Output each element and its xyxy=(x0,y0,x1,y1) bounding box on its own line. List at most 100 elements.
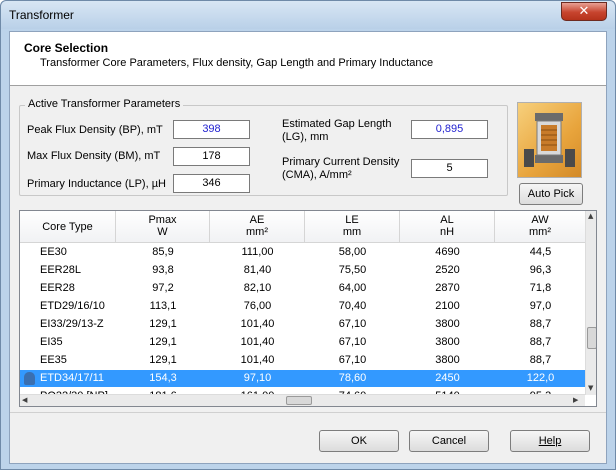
header-subtitle: Transformer Core Parameters, Flux densit… xyxy=(40,57,434,69)
cell-core-type: EI33/29/13-Z xyxy=(40,318,104,330)
bm-label: Max Flux Density (BM), mT xyxy=(27,150,161,162)
table-cell: 67,10 xyxy=(338,318,367,330)
table-row[interactable]: EER28L 93,8 81,40 75,50 2520 96,3 xyxy=(20,262,586,279)
table-row[interactable]: EI35 129,1 101,40 67,10 3800 88,7 xyxy=(20,334,586,351)
table-cell: 75,50 xyxy=(338,264,367,276)
table-header: Core Type Pmax W AE mm² LE mm AL nH AW mm² xyxy=(20,211,586,243)
help-button[interactable]: Help xyxy=(510,430,590,452)
lg-label-line1: Estimated Gap Length xyxy=(282,118,392,130)
table-cell: 58,00 xyxy=(338,246,367,258)
col-ae[interactable]: AE mm² xyxy=(210,211,305,243)
footer-divider xyxy=(10,412,606,413)
table-cell: 129,1 xyxy=(149,336,177,348)
cma-field[interactable]: 5 xyxy=(411,159,488,178)
table-row[interactable]: EE35 129,1 101,40 67,10 3800 88,7 xyxy=(20,352,586,369)
table-cell: 85,9 xyxy=(152,246,174,258)
cma-label-line1: Primary Current Density xyxy=(282,156,400,168)
scroll-up-icon[interactable]: ▲ xyxy=(588,212,593,220)
bp-field[interactable]: 398 xyxy=(173,120,250,139)
horizontal-scroll-thumb[interactable] xyxy=(286,396,312,405)
col-al[interactable]: AL nH xyxy=(400,211,495,243)
lp-label: Primary Inductance (LP), µH xyxy=(27,178,166,190)
table-cell: 76,00 xyxy=(243,300,272,312)
col-aw[interactable]: AW mm² xyxy=(495,211,586,243)
table-cell: 64,00 xyxy=(338,282,367,294)
table-row[interactable]: EER28 97,2 82,10 64,00 2870 71,8 xyxy=(20,280,586,297)
lg-label-line2: (LG), mm xyxy=(282,131,329,143)
title-bar: Transformer ✕ xyxy=(1,1,615,29)
table-cell: 101,40 xyxy=(240,354,275,366)
scroll-left-icon[interactable]: ◀ xyxy=(22,396,27,404)
table-cell: 129,1 xyxy=(149,354,177,366)
current-row-icon xyxy=(24,372,35,385)
table-cell: 3800 xyxy=(435,336,460,348)
table-cell: 70,40 xyxy=(338,300,367,312)
header-title: Core Selection xyxy=(24,41,109,55)
table-row[interactable]: EI33/29/13-Z 129,1 101,40 67,10 3800 88,7 xyxy=(20,316,586,333)
bp-label: Peak Flux Density (BP), mT xyxy=(27,124,163,136)
scroll-down-icon[interactable]: ▼ xyxy=(588,384,593,392)
table-cell: 88,7 xyxy=(529,318,552,330)
col-pmax[interactable]: Pmax W xyxy=(116,211,210,243)
cell-core-type: EE30 xyxy=(40,246,67,258)
table-cell: 2450 xyxy=(435,372,460,384)
bm-field[interactable]: 178 xyxy=(173,147,250,166)
col-le[interactable]: LE mm xyxy=(305,211,400,243)
transformer-core-icon xyxy=(517,102,582,178)
auto-pick-button[interactable]: Auto Pick xyxy=(519,183,583,205)
table-cell: 71,8 xyxy=(529,282,552,294)
table-cell: 93,8 xyxy=(152,264,174,276)
table-cell: 2520 xyxy=(435,264,460,276)
scroll-right-icon[interactable]: ▶ xyxy=(573,396,578,404)
table-cell: 122,0 xyxy=(526,372,555,384)
core-table: Core Type Pmax W AE mm² LE mm AL nH AW mm² EE… xyxy=(19,210,597,407)
group-label: Active Transformer Parameters xyxy=(25,98,184,110)
cell-core-type: ETD29/16/10 xyxy=(40,300,105,312)
cell-core-type: EER28 xyxy=(40,282,75,294)
table-row[interactable]: EE30 85,9 111,00 58,00 4690 44,5 xyxy=(20,244,586,261)
table-cell: 2870 xyxy=(435,282,460,294)
table-cell: 44,5 xyxy=(529,246,552,258)
table-cell: 3800 xyxy=(435,318,460,330)
lg-field[interactable]: 0,895 xyxy=(411,120,488,139)
col-core-type[interactable]: Core Type xyxy=(20,211,116,243)
lp-field[interactable]: 346 xyxy=(173,174,250,193)
ok-button[interactable]: OK xyxy=(319,430,399,452)
table-cell: 101,40 xyxy=(240,336,275,348)
close-button[interactable]: ✕ xyxy=(561,2,607,21)
table-cell: 67,10 xyxy=(338,336,367,348)
window-title: Transformer xyxy=(9,8,74,22)
table-cell: 129,1 xyxy=(149,318,177,330)
table-cell: 97,0 xyxy=(529,300,552,312)
table-cell: 4690 xyxy=(435,246,460,258)
cell-core-type: EI35 xyxy=(40,336,63,348)
table-row[interactable]: ETD29/16/10 113,1 76,00 70,40 2100 97,0 xyxy=(20,298,586,315)
cell-core-type: ETD34/17/11 xyxy=(40,372,105,384)
cell-core-type: EER28L xyxy=(40,264,81,276)
cma-label-line2: (CMA), A/mm² xyxy=(282,169,352,181)
table-cell: 113,1 xyxy=(149,300,177,312)
table-cell: 67,10 xyxy=(338,354,367,366)
table-row[interactable]: ETD34/17/11 154,3 97,10 78,60 2450 122,0 xyxy=(20,370,586,387)
dialog-client: Core Selection Transformer Core Paramete… xyxy=(9,31,607,464)
table-cell: 96,3 xyxy=(529,264,552,276)
table-cell: 81,40 xyxy=(243,264,272,276)
vertical-scroll-thumb[interactable] xyxy=(587,327,596,349)
cancel-button[interactable]: Cancel xyxy=(409,430,489,452)
horizontal-scrollbar[interactable]: ◀ ▶ xyxy=(20,394,585,406)
table-cell: 97,2 xyxy=(152,282,174,294)
table-cell: 82,10 xyxy=(243,282,272,294)
table-cell: 88,7 xyxy=(529,336,552,348)
transformer-window: Transformer ✕ Core Selection Transformer… xyxy=(0,0,616,470)
table-cell: 154,3 xyxy=(149,372,177,384)
table-cell: 2100 xyxy=(435,300,460,312)
table-cell: 3800 xyxy=(435,354,460,366)
table-cell: 97,10 xyxy=(243,372,272,384)
table-cell: 88,7 xyxy=(529,354,552,366)
vertical-scrollbar[interactable]: ▲ ▼ xyxy=(585,211,596,395)
table-cell: 111,00 xyxy=(241,246,274,258)
table-cell: 101,40 xyxy=(240,318,275,330)
dialog-header: Core Selection Transformer Core Paramete… xyxy=(10,32,606,86)
cell-core-type: EE35 xyxy=(40,354,67,366)
table-cell: 78,60 xyxy=(338,372,367,384)
